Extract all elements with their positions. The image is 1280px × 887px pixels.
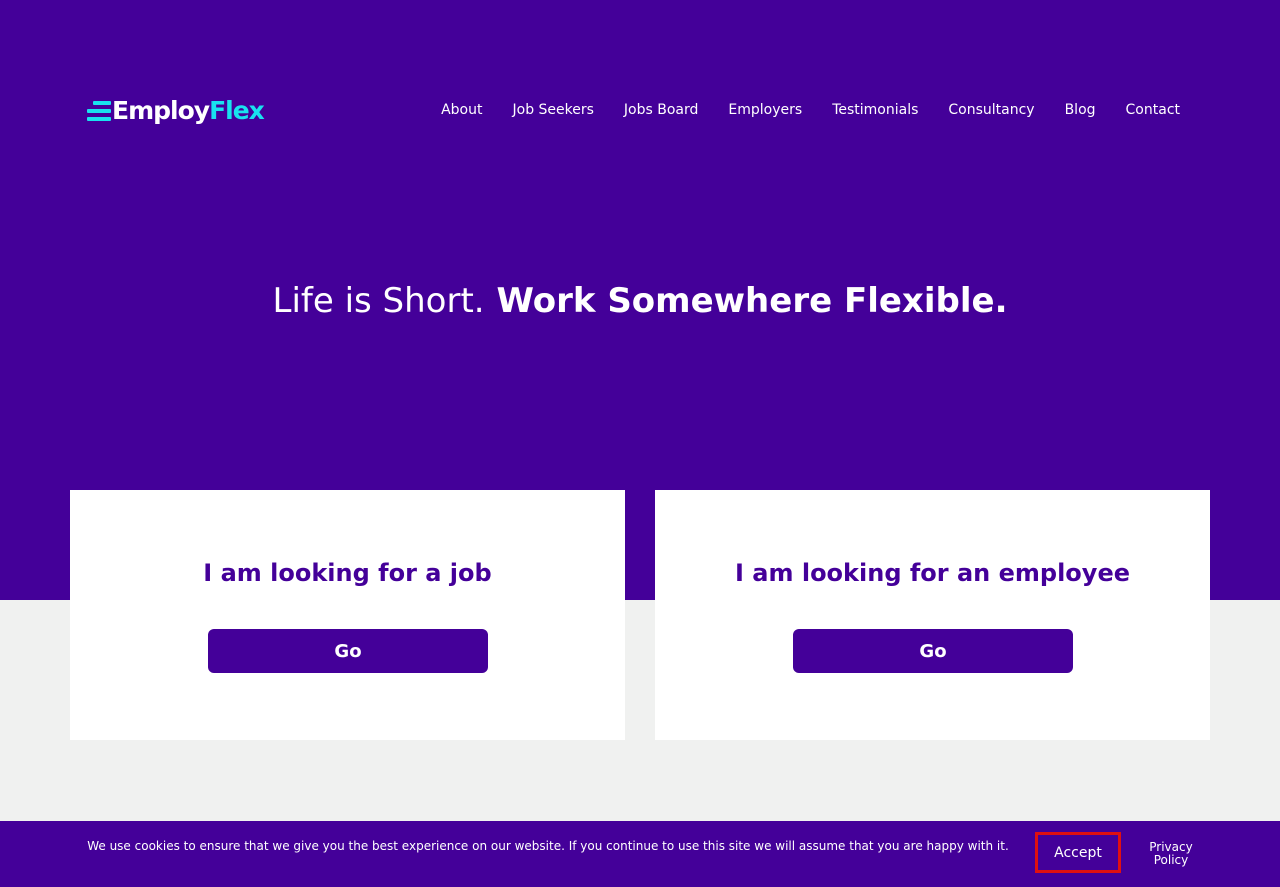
headline-strong: Work Somewhere Flexible. bbox=[496, 281, 1008, 321]
main-nav: About Job Seekers Jobs Board Employers T… bbox=[441, 100, 1180, 120]
nav-employers[interactable]: Employers bbox=[728, 100, 802, 120]
nav-blog[interactable]: Blog bbox=[1065, 100, 1096, 120]
nav-testimonials[interactable]: Testimonials bbox=[832, 100, 918, 120]
employer-card-title: I am looking for an employee bbox=[735, 559, 1130, 587]
job-seeker-card-title: I am looking for a job bbox=[203, 559, 492, 587]
headline-light: Life is Short. bbox=[272, 281, 485, 321]
cookie-notice-text: We use cookies to ensure that we give yo… bbox=[87, 839, 1009, 853]
logo-text-flex: Flex bbox=[209, 96, 265, 125]
employer-card: I am looking for an employee Go bbox=[655, 490, 1210, 740]
nav-contact[interactable]: Contact bbox=[1126, 100, 1180, 120]
nav-job-seekers[interactable]: Job Seekers bbox=[513, 100, 594, 120]
employflex-logo[interactable]: EmployFlex bbox=[87, 94, 265, 128]
logo-bars-icon bbox=[87, 98, 111, 124]
nav-about[interactable]: About bbox=[441, 100, 482, 120]
job-seeker-go-button[interactable]: Go bbox=[208, 629, 488, 673]
cookie-accept-button[interactable]: Accept bbox=[1035, 832, 1121, 873]
hero-headline: Life is Short. Work Somewhere Flexible. bbox=[0, 278, 1280, 324]
logo-wordmark: EmployFlex bbox=[112, 94, 265, 128]
nav-consultancy[interactable]: Consultancy bbox=[948, 100, 1034, 120]
job-seeker-card: I am looking for a job Go bbox=[70, 490, 625, 740]
cookie-notice-bar: We use cookies to ensure that we give yo… bbox=[0, 821, 1280, 887]
logo-text-employ: Employ bbox=[112, 96, 210, 125]
nav-jobs-board[interactable]: Jobs Board bbox=[624, 100, 698, 120]
employer-go-button[interactable]: Go bbox=[793, 629, 1073, 673]
privacy-policy-link[interactable]: Privacy Policy bbox=[1140, 841, 1202, 867]
